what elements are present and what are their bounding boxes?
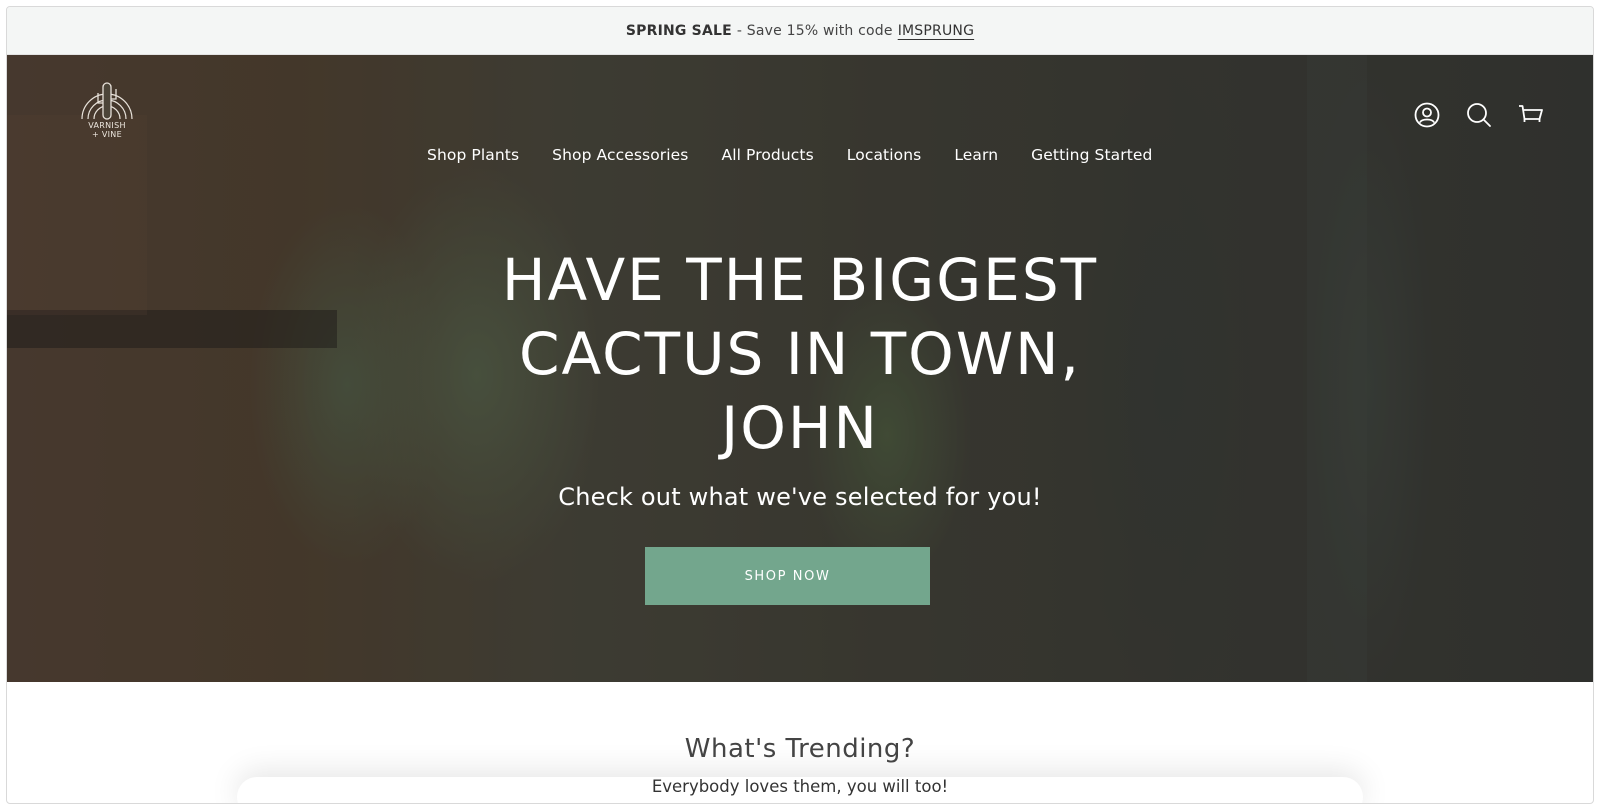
brand-logo[interactable]: VARNISH + VINE [75,79,139,149]
hero-title: HAVE THE BIGGEST CACTUS IN TOWN, JOHN [7,243,1593,465]
hero-title-line: JOHN [721,394,879,462]
hero-banner: VARNISH + VINE Shop Plants Shop Accessor… [7,55,1593,682]
hero-title-line: HAVE THE BIGGEST [501,246,1099,314]
trending-section: What's Trending? Everybody loves them, y… [7,682,1593,803]
nav-shop-accessories[interactable]: Shop Accessories [552,146,688,164]
nav-learn[interactable]: Learn [954,146,998,164]
browser-page: SPRING SALE - Save 15% with code IMSPRUN… [6,6,1594,804]
nav-shop-plants[interactable]: Shop Plants [427,146,519,164]
account-icon[interactable] [1413,101,1441,129]
header-actions [1413,101,1545,129]
cart-icon[interactable] [1517,101,1545,129]
nav-all-products[interactable]: All Products [722,146,814,164]
sale-label: SPRING SALE [625,22,732,39]
logo-text: VARNISH [88,121,126,130]
nav-getting-started[interactable]: Getting Started [1031,146,1152,164]
site-header: VARNISH + VINE Shop Plants Shop Accessor… [7,55,1593,175]
promo-code-link[interactable]: IMSPRUNG [898,23,974,39]
trending-subheading: Everybody loves them, you will too! [651,777,949,796]
main-menu: Shop Plants Shop Accessories All Product… [427,146,1153,164]
logo-text-sub: + VINE [92,130,122,139]
hero-subtitle: Check out what we've selected for you! [558,483,1042,511]
nav-locations[interactable]: Locations [847,146,922,164]
hero-title-line: CACTUS IN TOWN, [519,320,1081,388]
announcement-bar: SPRING SALE - Save 15% with code IMSPRUN… [7,7,1593,55]
cactus-logo-icon [81,82,133,120]
search-icon[interactable] [1465,101,1493,129]
sale-text: - Save 15% with code [736,22,893,39]
shop-now-button[interactable]: SHOP NOW [645,547,930,605]
trending-heading: What's Trending? [684,734,916,764]
